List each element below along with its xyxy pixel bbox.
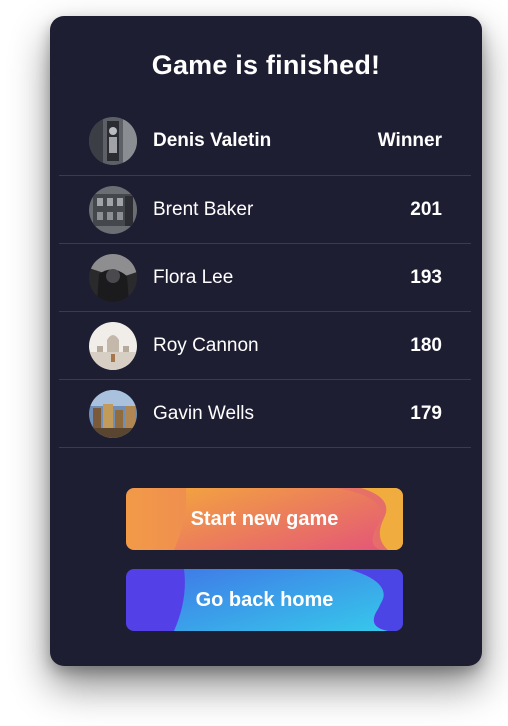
start-new-game-label: Start new game	[190, 508, 339, 530]
player-score: 180	[410, 335, 442, 356]
avatar	[89, 186, 137, 234]
player-name: Brent Baker	[153, 199, 254, 220]
go-back-home-button[interactable]: Go back home	[126, 569, 403, 631]
player-name: Roy Cannon	[153, 335, 259, 356]
player-row: Gavin Wells 179	[59, 380, 471, 448]
winner-row: Denis Valetin Winner	[59, 107, 471, 176]
player-score: 201	[410, 199, 442, 220]
player-row: Roy Cannon 180	[59, 312, 471, 380]
player-score: 179	[410, 403, 442, 424]
winner-name: Denis Valetin	[153, 130, 272, 151]
avatar	[89, 117, 137, 165]
avatar	[89, 390, 137, 438]
winner-label: Winner	[377, 130, 442, 151]
player-name: Gavin Wells	[153, 403, 255, 424]
avatar	[89, 254, 137, 302]
player-row: Flora Lee 193	[59, 244, 471, 312]
avatar	[89, 322, 137, 370]
game-finished-dialog: Game is finished! Denis Valetin Winner B…	[50, 16, 482, 666]
start-new-game-button[interactable]: Start new game	[126, 488, 403, 550]
leaderboard: Denis Valetin Winner Brent Baker 201 Flo…	[59, 107, 471, 448]
player-name: Flora Lee	[153, 267, 234, 288]
dialog-title: Game is finished!	[151, 50, 381, 80]
player-score: 193	[410, 267, 442, 288]
player-row: Brent Baker 201	[59, 176, 471, 244]
go-back-home-label: Go back home	[195, 589, 334, 611]
